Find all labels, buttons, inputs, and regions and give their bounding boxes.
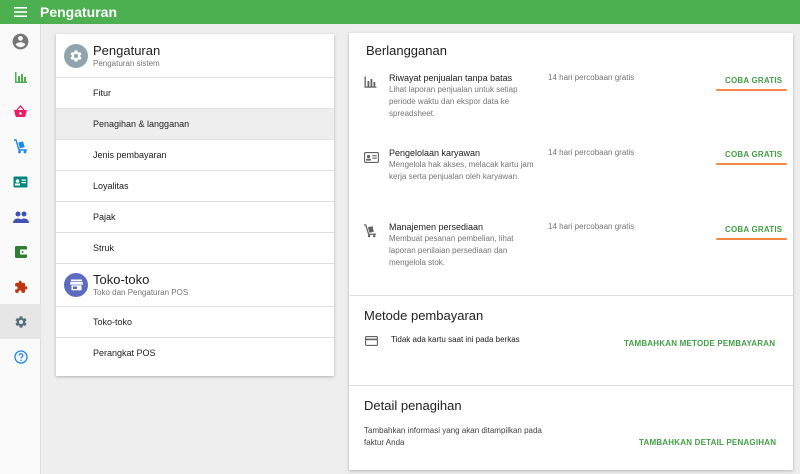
nav-items[interactable]	[0, 94, 41, 129]
highlight-underline	[716, 238, 787, 240]
people-icon	[12, 211, 29, 223]
dolly-icon	[363, 224, 377, 238]
app-title: Pengaturan	[40, 4, 118, 20]
stores-section-title: Toko-toko	[93, 272, 150, 287]
help-circle-icon	[13, 349, 28, 364]
id-card-icon	[364, 152, 379, 163]
highlight-underline	[716, 163, 787, 165]
settings-item-receipts[interactable]: Struk	[56, 232, 334, 263]
trial-label: 14 hari percobaan gratis	[548, 148, 635, 157]
nav-inventory[interactable]	[0, 129, 41, 164]
nav-settings[interactable]	[0, 304, 41, 339]
trial-label: 14 hari percobaan gratis	[548, 73, 635, 82]
settings-avatar	[64, 43, 88, 68]
credit-card-icon	[365, 336, 378, 346]
dolly-icon	[14, 139, 27, 154]
feature-description: Lihat laporan penjualan untuk setiap per…	[389, 85, 518, 118]
nav-help[interactable]	[0, 339, 41, 374]
settings-section-header: Pengaturan Pengaturan sistem	[56, 34, 334, 77]
nav-customers[interactable]	[0, 199, 41, 234]
settings-section-title: Pengaturan	[93, 42, 161, 58]
wallet-icon	[14, 245, 27, 258]
stores-item-stores[interactable]: Toko-toko	[56, 306, 334, 337]
subscription-title: Berlangganan	[366, 43, 447, 58]
nav-rail	[0, 24, 41, 474]
id-card-icon	[13, 176, 28, 187]
settings-nav-card: Pengaturan Pengaturan sistem Fitur Penag…	[56, 34, 334, 376]
settings-item-billing[interactable]: Penagihan & langganan	[56, 108, 334, 139]
bar-chart-icon	[364, 76, 377, 88]
feature-title: Pengelolaan karyawan	[389, 148, 481, 158]
trial-label: 14 hari percobaan gratis	[548, 222, 635, 231]
stores-avatar	[64, 273, 88, 297]
feature-title: Manajemen persediaan	[389, 222, 484, 232]
basket-icon	[14, 104, 27, 117]
hamburger-icon	[13, 7, 27, 17]
settings-item-taxes[interactable]: Pajak	[56, 201, 334, 232]
no-card-text: Tidak ada kartu saat ini pada berkas	[391, 335, 520, 344]
settings-section-subtitle: Pengaturan sistem	[93, 58, 160, 68]
try-free-button[interactable]: COBA GRATIS	[725, 76, 782, 85]
try-free-button[interactable]: COBA GRATIS	[725, 225, 782, 234]
feature-title: Riwayat penjualan tanpa batas	[389, 73, 513, 83]
nav-account[interactable]	[0, 24, 41, 59]
billing-content-card: Berlangganan Riwayat penjualan tanpa bat…	[349, 33, 793, 470]
puzzle-icon	[14, 280, 27, 293]
try-free-button[interactable]: COBA GRATIS	[725, 150, 782, 159]
store-icon	[69, 279, 83, 291]
stores-section-header: Toko-toko Toko dan Pengaturan POS	[56, 263, 334, 306]
add-billing-details-button[interactable]: TAMBAHKAN DETAIL PENAGIHAN	[639, 438, 776, 447]
stores-item-pos-devices[interactable]: Perangkat POS	[56, 337, 334, 368]
settings-item-loyalty[interactable]: Loyalitas	[56, 170, 334, 201]
billing-details-title: Detail penagihan	[364, 398, 462, 413]
settings-item-payment-types[interactable]: Jenis pembayaran	[56, 139, 334, 170]
nav-reports[interactable]	[0, 59, 41, 94]
payment-methods-title: Metode pembayaran	[364, 308, 484, 323]
nav-apps[interactable]	[0, 269, 41, 304]
nav-integrations[interactable]	[0, 234, 41, 269]
gear-icon	[15, 315, 26, 328]
bar-chart-icon	[14, 71, 27, 83]
gear-icon	[70, 49, 82, 62]
nav-employees[interactable]	[0, 164, 41, 199]
settings-item-features[interactable]: Fitur	[56, 77, 334, 108]
highlight-underline	[716, 89, 787, 91]
section-divider	[349, 295, 793, 296]
app-bar: Pengaturan	[0, 0, 800, 24]
account-circle-icon	[12, 33, 29, 50]
menu-button[interactable]	[0, 7, 40, 17]
feature-description: Mengelola hak akses, melacak kartu jam k…	[389, 160, 534, 181]
section-divider	[349, 385, 793, 386]
billing-details-description: Tambahkan informasi yang akan ditampilka…	[364, 426, 542, 447]
feature-description: Membuat pesanan pembelian, lihat laporan…	[389, 234, 514, 267]
add-payment-method-button[interactable]: TAMBAHKAN METODE PEMBAYARAN	[624, 339, 775, 348]
stores-section-subtitle: Toko dan Pengaturan POS	[93, 288, 189, 297]
